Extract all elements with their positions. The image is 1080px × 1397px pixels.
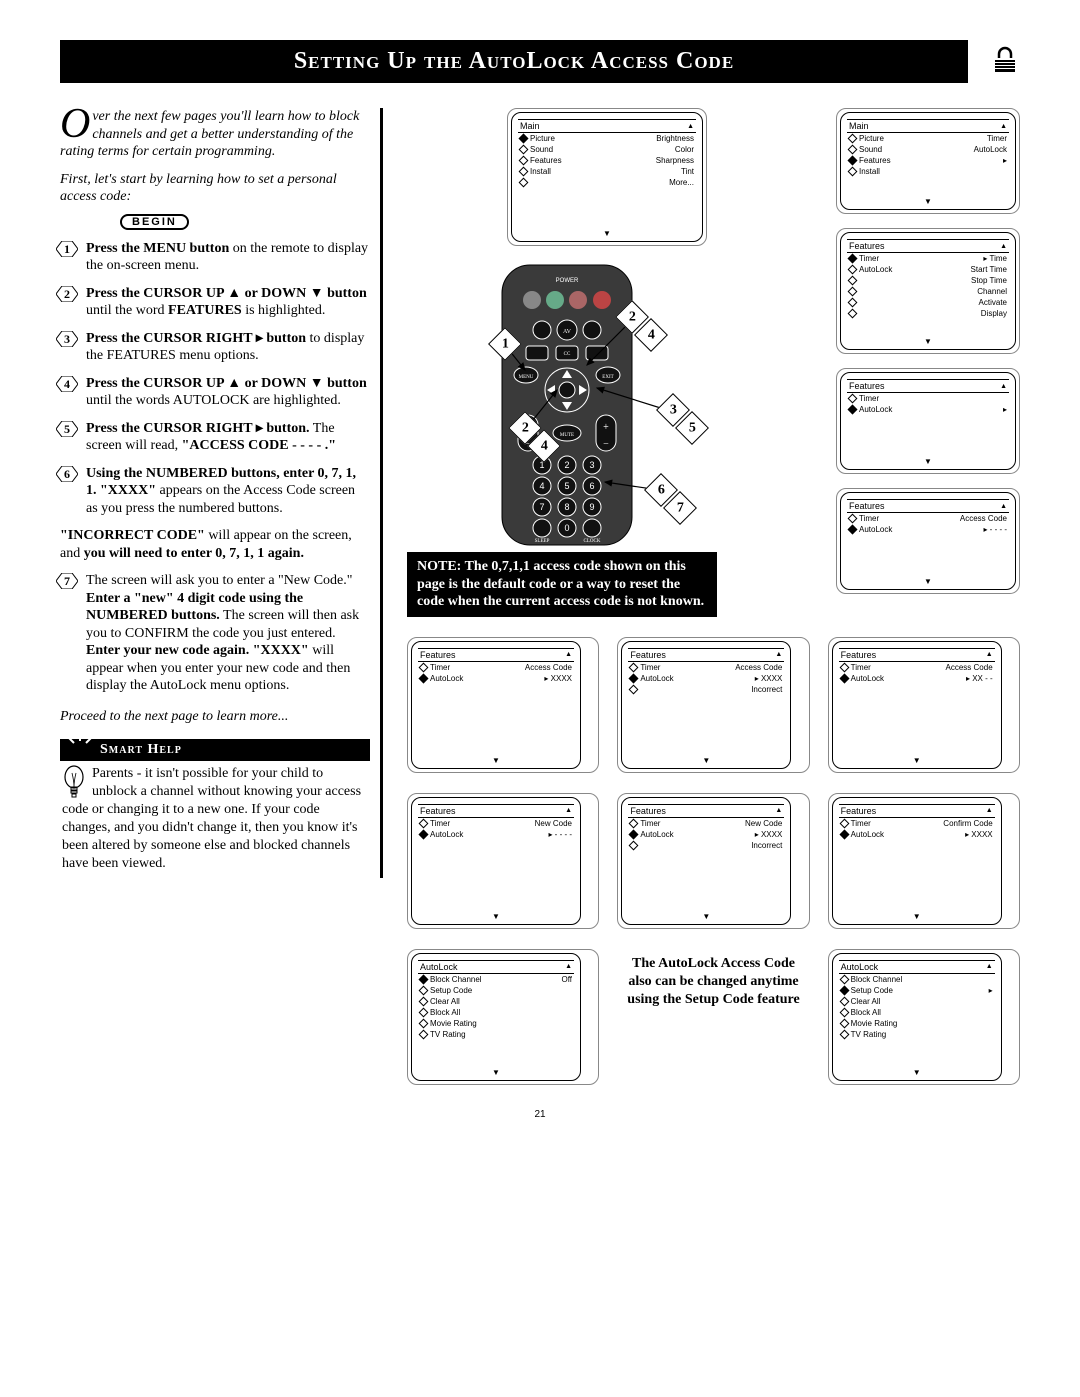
tv-screen-row3-1: Features▲TimerNew CodeAutoLock▸ XXXXInco… [621,797,791,925]
step-number: 6 [56,466,78,482]
smart-help-header: Smart Help [60,739,370,761]
step-6: 6Using the NUMBERED buttons, enter 0, 7,… [60,465,370,518]
intro-secondary: First, let's start by learning how to se… [60,171,370,206]
step-4: 4Press the CURSOR UP ▲ or DOWN ▼ button … [60,375,370,410]
page-title: Setting Up the AutoLock Access Code [294,48,734,74]
step-number: 1 [56,241,78,257]
step-number: 2 [56,286,78,302]
tv-screen-autolock2: AutoLock▲Block ChannelSetup Code▸ Clear … [832,953,1002,1081]
step-3: 3Press the CURSOR RIGHT ▸ button to disp… [60,330,370,365]
step-2: 2Press the CURSOR UP ▲ or DOWN ▼ button … [60,285,370,320]
proceed-text: Proceed to the next page to learn more..… [60,709,370,725]
step-number: 3 [56,331,78,347]
tv-screen-features-access: Features▲TimerAccess CodeAutoLock▸ - - -… [840,492,1016,590]
tv-screen-row2-2: Features▲TimerAccess CodeAutoLock▸ XX - … [832,641,1002,769]
tv-screen-features2: Features▲TimerAutoLock▸ ▼ [840,372,1016,470]
lock-icon [990,44,1020,74]
tv-screen-row2-0: Features▲TimerAccess CodeAutoLock▸ XXXX▼ [411,641,581,769]
tv-screen-row3-0: Features▲TimerNew CodeAutoLock▸ - - - -▼ [411,797,581,925]
burst-icon [64,731,96,763]
begin-badge: BEGIN [120,214,189,230]
step-number: 4 [56,376,78,392]
default-code-note: NOTE: The 0,7,1,1 access code shown on t… [407,552,717,617]
tv-screen-row3-2: Features▲TimerConfirm CodeAutoLock▸ XXXX… [832,797,1002,925]
tv-screen-autolock1: AutoLock▲Block ChannelOffSetup CodeClear… [411,953,581,1081]
incorrect-note: "INCORRECT CODE" will appear on the scre… [60,527,370,562]
step-1: 1Press the MENU button on the remote to … [60,240,370,275]
intro-paragraph: Over the next few pages you'll learn how… [60,108,370,161]
diagram-column: Main▲PictureBrightnessSoundColorFeatures… [383,108,1020,1085]
step-5: 5Press the CURSOR RIGHT ▸ button. The sc… [60,420,370,455]
drop-cap: O [60,108,92,140]
step-number: 5 [56,421,78,437]
smart-help-body: Parents - it isn't possible for your chi… [60,761,370,878]
tv-screen-main: Main▲PictureBrightnessSoundColorFeatures… [511,112,703,242]
setup-code-note: The AutoLock Access Code also can be cha… [617,949,809,1016]
page-number: 21 [60,1109,1020,1120]
step-7: 7 The screen will ask you to enter a "Ne… [60,572,370,695]
page-title-banner: Setting Up the AutoLock Access Code [60,40,968,83]
bulb-icon [62,765,86,799]
step-number-7: 7 [56,573,78,589]
instructions-column: Over the next few pages you'll learn how… [60,108,383,878]
screen-row-3: Features▲TimerNew CodeAutoLock▸ - - - -▼… [407,793,1020,929]
tv-screen-main2: Main▲PictureTimerSoundAutoLockFeatures▸ … [840,112,1016,210]
tv-screen-row2-1: Features▲TimerAccess CodeAutoLock▸ XXXXI… [621,641,791,769]
tv-screen-features1: Features▲Timer▸ TimeAutoLockStart TimeSt… [840,232,1016,350]
screen-row-2: Features▲TimerAccess CodeAutoLock▸ XXXX▼… [407,637,1020,773]
